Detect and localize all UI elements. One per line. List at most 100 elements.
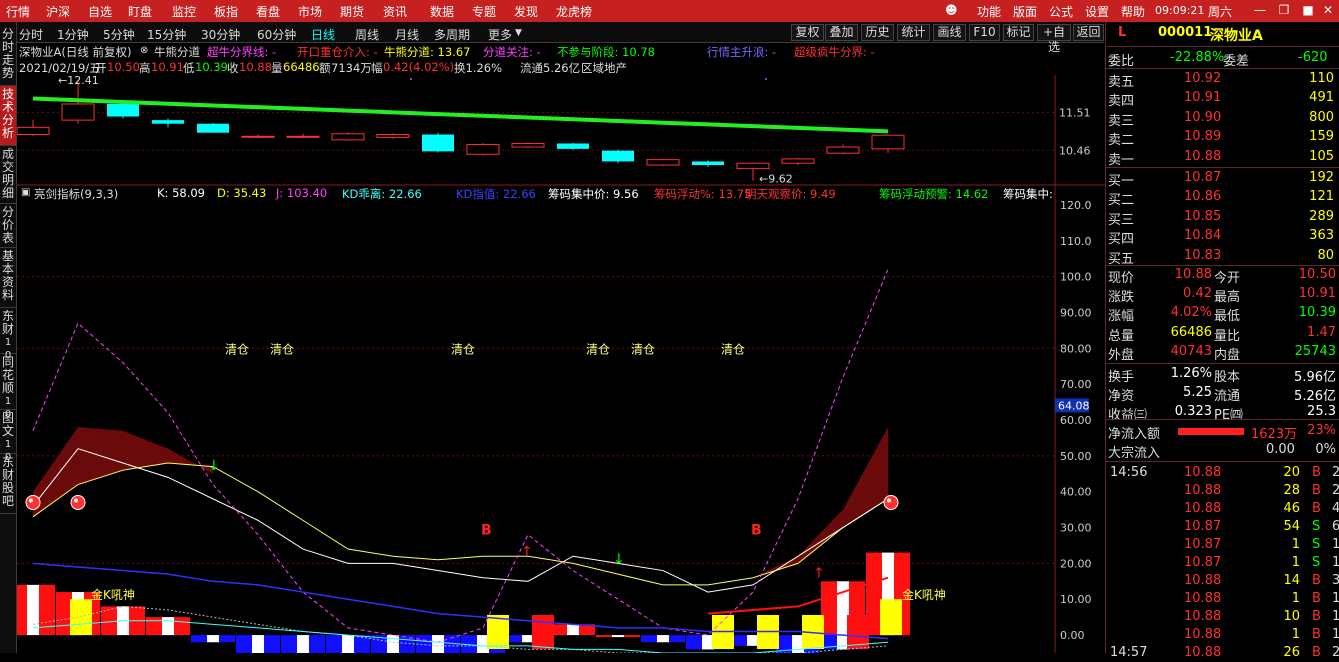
kline-chart[interactable]: 11.51 10.46 ←12.41 ←9.62 120.0 110.0 100.0 90.0…	[17, 75, 1105, 653]
bid-row[interactable]: 买一 10.87 192	[1106, 169, 1339, 189]
menu-layout[interactable]: 版面	[1013, 3, 1037, 20]
period-tab[interactable]: 1分钟	[57, 26, 89, 43]
stat-value: 0.323	[1174, 404, 1212, 420]
candle	[602, 149, 634, 164]
menu-item[interactable]: 期货	[340, 3, 364, 20]
ind-axis-label: 90.00	[1060, 306, 1092, 319]
toolbar-button[interactable]: 标记	[1003, 24, 1034, 41]
period-tab[interactable]: 分时	[19, 26, 43, 43]
tick-count: 6	[1332, 519, 1339, 534]
close-icon[interactable]: ✕	[1320, 2, 1336, 18]
toolbar-button[interactable]: +自选	[1037, 24, 1071, 54]
period-tab[interactable]: 5分钟	[103, 26, 135, 43]
ball-highlight	[29, 498, 33, 503]
menu-item[interactable]: 市场	[298, 3, 322, 20]
tick-count: 2	[1332, 483, 1339, 498]
quote-panel: L 000011 深物业A 委比 -22.88% 委差 -620 卖五 10.92 110 卖四 10…	[1105, 22, 1339, 660]
toolbar-button[interactable]: 历史	[861, 24, 894, 41]
left-tab[interactable]: 东财股吧	[0, 454, 16, 514]
menu-item[interactable]: 数据	[430, 3, 454, 20]
period-tab[interactable]: 多周期	[434, 26, 470, 43]
ask-price: 10.90	[1184, 109, 1222, 125]
menu-item[interactable]: 看盘	[256, 3, 280, 20]
left-tab[interactable]: 同花顺10	[0, 354, 16, 420]
menu-item[interactable]: 盯盘	[128, 3, 152, 20]
tick-row: 10.88 14 B 3	[1106, 572, 1339, 590]
ask-row[interactable]: 卖四 10.91 491	[1106, 89, 1339, 109]
period-tab[interactable]: 30分钟	[201, 26, 240, 43]
bid-row[interactable]: 买四 10.84 363	[1106, 227, 1339, 247]
menu-formula[interactable]: 公式	[1049, 3, 1073, 20]
bid-row[interactable]: 买五 10.83 80	[1106, 247, 1339, 267]
ind-axis-label: 80.00	[1060, 342, 1092, 355]
top-menu-bar: ☻ 功能 版面 公式 设置 帮助 09:09:21 周六 — ❐ ■ ✕ 行情沪…	[0, 0, 1339, 22]
left-tab[interactable]: 东财10	[0, 308, 16, 361]
ask-volume: 800	[1309, 109, 1334, 125]
ohlc-field: 66486	[283, 60, 320, 74]
menu-item[interactable]: 龙虎榜	[556, 3, 592, 20]
menu-function[interactable]: 功能	[977, 3, 1001, 20]
bid-row[interactable]: 买三 10.85 289	[1106, 208, 1339, 228]
bid-row[interactable]: 买二 10.86 121	[1106, 188, 1339, 208]
bid-price: 10.83	[1184, 247, 1222, 263]
left-tab[interactable]: 技术分析	[0, 86, 16, 146]
menu-item[interactable]: 发现	[514, 3, 538, 20]
ask-row[interactable]: 卖二 10.89 159	[1106, 128, 1339, 148]
bid-price: 10.85	[1184, 208, 1222, 224]
stat-value: 66486	[1170, 324, 1212, 340]
restore-icon[interactable]: ❐	[1276, 2, 1292, 18]
bottom-signal-bar	[487, 615, 509, 649]
minimize-icon[interactable]: —	[1252, 2, 1268, 18]
toolbar-button[interactable]: 画线	[933, 24, 966, 41]
left-tab[interactable]: 图文10	[0, 410, 16, 463]
menu-item[interactable]: 板指	[214, 3, 238, 20]
histogram-stripe	[162, 617, 174, 636]
period-tab[interactable]: 60分钟	[257, 26, 296, 43]
person-icon[interactable]: ☻	[945, 3, 958, 17]
candle	[826, 144, 860, 155]
menu-item[interactable]: 自选	[88, 3, 112, 20]
netflow-value: 1623万	[1251, 427, 1298, 442]
period-tab[interactable]: 周线	[355, 26, 379, 43]
ask-row[interactable]: 卖一 10.88 105	[1106, 148, 1339, 168]
period-tab[interactable]: 日线	[311, 26, 335, 43]
left-tab[interactable]: 分价表	[0, 204, 16, 248]
ind-axis-label: 30.00	[1060, 522, 1092, 535]
menu-item[interactable]: 沪深	[46, 3, 70, 20]
toolbar-button[interactable]: F10	[969, 24, 1000, 41]
menu-item[interactable]: 行情	[6, 3, 30, 20]
menu-item[interactable]: 专题	[472, 3, 496, 20]
ask-row[interactable]: 卖五 10.92 110	[1106, 70, 1339, 90]
period-tab[interactable]: 月线	[395, 26, 419, 43]
bigflow-pct: 0%	[1315, 442, 1336, 457]
menu-help[interactable]: 帮助	[1121, 3, 1145, 20]
left-tab[interactable]: 基本资料	[0, 248, 16, 308]
histogram-stripe	[567, 624, 579, 636]
up-arrow-icon: ↑	[813, 566, 825, 582]
tick-count: 1	[1332, 609, 1339, 624]
left-tab[interactable]: 成交明细	[0, 146, 16, 204]
ask-label: 卖五	[1108, 75, 1135, 90]
menu-item[interactable]: 监控	[172, 3, 196, 20]
toolbar-button[interactable]: 复权	[791, 24, 824, 41]
settings-icon[interactable]: ■	[1300, 2, 1316, 18]
toolbar-button[interactable]: 叠加	[825, 24, 858, 41]
left-tab[interactable]: 分时走势	[0, 26, 16, 86]
ask-row[interactable]: 卖三 10.90 800	[1106, 109, 1339, 129]
indicator-settings-icon[interactable]: ⊗	[140, 45, 148, 56]
ind-axis-label: 70.00	[1060, 378, 1092, 391]
tick-count: 1	[1332, 537, 1339, 552]
menu-item[interactable]: 资讯	[383, 3, 407, 20]
dot-marker	[765, 78, 767, 80]
ohlc-field: 额	[319, 61, 331, 75]
bid-label: 买一	[1108, 174, 1135, 189]
period-tab[interactable]: 15分钟	[147, 26, 186, 43]
period-tab[interactable]: 更多	[488, 26, 512, 43]
divider	[1106, 363, 1339, 364]
toolbar-button[interactable]: 统计	[897, 24, 930, 41]
netflow-bar	[1178, 428, 1244, 435]
more-arrow-icon[interactable]: ▼	[515, 28, 522, 38]
toolbar-button[interactable]: 返回	[1073, 24, 1104, 41]
menu-settings[interactable]: 设置	[1085, 3, 1109, 20]
bid-price: 10.86	[1184, 189, 1222, 205]
